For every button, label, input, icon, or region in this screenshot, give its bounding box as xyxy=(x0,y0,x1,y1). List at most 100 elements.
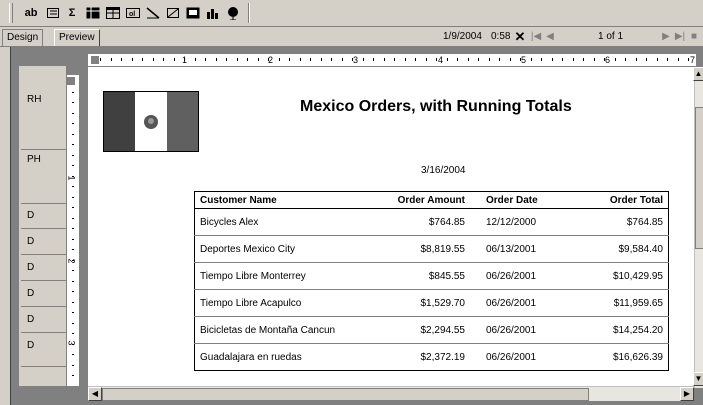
map-icon[interactable] xyxy=(224,4,242,22)
scroll-left-icon[interactable]: ◀ xyxy=(88,387,102,401)
horizontal-scrollbar[interactable]: ◀ ▶ xyxy=(88,386,694,401)
ruler-tick xyxy=(394,58,395,61)
ruler-tick xyxy=(72,113,74,114)
first-page-icon[interactable]: |◀ xyxy=(530,30,542,44)
cell-order-date: 06/13/2001 xyxy=(470,235,571,263)
ruler-tick xyxy=(300,58,301,61)
vertical-scroll-thumb[interactable] xyxy=(695,107,703,249)
cell-order-amount: $845.55 xyxy=(375,262,470,290)
cell-order-total: $16,626.39 xyxy=(612,351,663,363)
ruler-tick xyxy=(163,58,164,61)
ruler-tick xyxy=(646,58,647,61)
table-header-row: Customer Name Order Amount Order Date Or… xyxy=(194,191,669,209)
coat-of-arms-icon xyxy=(143,114,158,129)
ruler-tick xyxy=(573,58,574,61)
section-label-page-header[interactable]: PH xyxy=(27,154,41,165)
text-field-icon[interactable]: ab xyxy=(20,4,42,22)
ruler-tick xyxy=(72,302,74,303)
cell-customer-name: Tiempo Libre Acapulco xyxy=(194,289,375,317)
cell-order-total: $14,254.20 xyxy=(571,316,669,344)
section-label-details[interactable]: D xyxy=(27,314,34,325)
ruler-tick xyxy=(72,228,74,229)
ruler-tick xyxy=(510,58,511,61)
refresh-date: 1/9/2004 xyxy=(443,31,482,42)
section-label-details[interactable]: D xyxy=(27,262,34,273)
report-title: Mexico Orders, with Running Totals xyxy=(300,98,572,115)
table-row: Guadalajara en ruedas $2,372.19 06/26/20… xyxy=(195,344,669,371)
scroll-right-icon[interactable]: ▶ xyxy=(680,387,694,401)
ruler-corner xyxy=(91,56,99,64)
close-icon[interactable]: ✕ xyxy=(514,30,526,44)
ruler-tick xyxy=(111,58,112,61)
ruler-tick xyxy=(153,58,154,61)
section-label-details[interactable]: D xyxy=(27,288,34,299)
ruler-tick xyxy=(688,58,689,61)
picture-icon[interactable] xyxy=(184,4,202,22)
scroll-down-icon[interactable]: ▼ xyxy=(693,372,703,386)
ruler-number: 4 xyxy=(438,55,444,65)
ruler-tick xyxy=(72,260,74,261)
flag-stripe-green xyxy=(104,92,136,151)
ruler-tick xyxy=(72,102,74,103)
ruler-tick xyxy=(72,239,74,240)
toolbar-grip[interactable] xyxy=(9,3,13,23)
list-icon[interactable] xyxy=(44,4,62,22)
ruler-tick xyxy=(636,58,637,61)
cell-customer-name: Guadalajara en ruedas xyxy=(200,351,302,363)
vertical-ruler: 1 2 3 xyxy=(66,75,79,386)
svg-text:ol: ol xyxy=(129,11,135,18)
ruler-tick xyxy=(72,312,74,313)
ruler-tick xyxy=(363,58,364,61)
scroll-up-icon[interactable]: ▲ xyxy=(693,67,703,81)
column-header-order-amount: Order Amount xyxy=(375,191,470,209)
ruler-tick xyxy=(405,58,406,61)
section-label-details[interactable]: D xyxy=(27,210,34,221)
toolbar: ab Σ ol xyxy=(0,0,703,27)
tab-preview[interactable]: Preview xyxy=(54,29,100,46)
ruler-tick xyxy=(184,58,185,61)
cell-order-date: 06/26/2001 xyxy=(470,262,571,290)
cell-order-total: $11,959.65 xyxy=(571,289,669,317)
ruler-tick xyxy=(72,291,74,292)
ruler-tick xyxy=(541,58,542,61)
page-indicator: 1 of 1 xyxy=(598,31,624,42)
ruler-tick xyxy=(258,58,259,61)
line-icon[interactable] xyxy=(144,4,162,22)
next-page-icon[interactable]: ▶ xyxy=(660,30,672,44)
ruler-tick xyxy=(426,58,427,61)
ruler-tick xyxy=(72,176,74,177)
table-row: Bicicletas de Montaña Cancun $2,294.55 0… xyxy=(194,316,669,344)
previous-page-icon[interactable]: ◀ xyxy=(544,30,556,44)
tab-design[interactable]: Design xyxy=(2,29,44,46)
ruler-tick xyxy=(72,333,74,334)
vertical-scrollbar[interactable]: ▲ ▼ xyxy=(693,67,703,388)
ruler-tick xyxy=(384,58,385,61)
section-label-report-header[interactable]: RH xyxy=(27,94,41,105)
toolbar-separator xyxy=(248,3,250,23)
ruler-tick xyxy=(489,58,490,61)
section-label-details[interactable]: D xyxy=(27,236,34,247)
horizontal-scroll-thumb[interactable] xyxy=(102,388,589,401)
box-icon[interactable] xyxy=(164,4,182,22)
ruler-number: 6 xyxy=(605,55,611,65)
ruler-tick xyxy=(436,58,437,61)
last-page-icon[interactable]: ▶| xyxy=(674,30,686,44)
ruler-tick xyxy=(132,58,133,61)
ruler-tick xyxy=(72,344,74,345)
section-label-details[interactable]: D xyxy=(27,340,34,351)
preview-navbar: Design Preview 1/9/2004 0:58 ✕ |◀ ◀ 1 of… xyxy=(0,27,703,47)
chart-icon[interactable] xyxy=(204,4,222,22)
table-icon[interactable] xyxy=(104,4,122,22)
ruler-tick xyxy=(604,58,605,61)
ruler-tick xyxy=(583,58,584,61)
ruler-tick xyxy=(457,58,458,61)
sum-icon[interactable]: Σ xyxy=(64,4,80,22)
ruler-tick xyxy=(226,58,227,61)
cross-tab-icon[interactable] xyxy=(84,4,102,22)
cell-order-date: 06/26/2001 xyxy=(470,316,571,344)
ruler-tick xyxy=(289,58,290,61)
ruler-tick xyxy=(268,58,269,61)
ole-object-icon[interactable]: ol xyxy=(124,4,142,22)
table-row: Tiempo Libre Acapulco $1,529.70 06/26/20… xyxy=(194,289,669,317)
stop-icon[interactable]: ■ xyxy=(688,30,700,44)
